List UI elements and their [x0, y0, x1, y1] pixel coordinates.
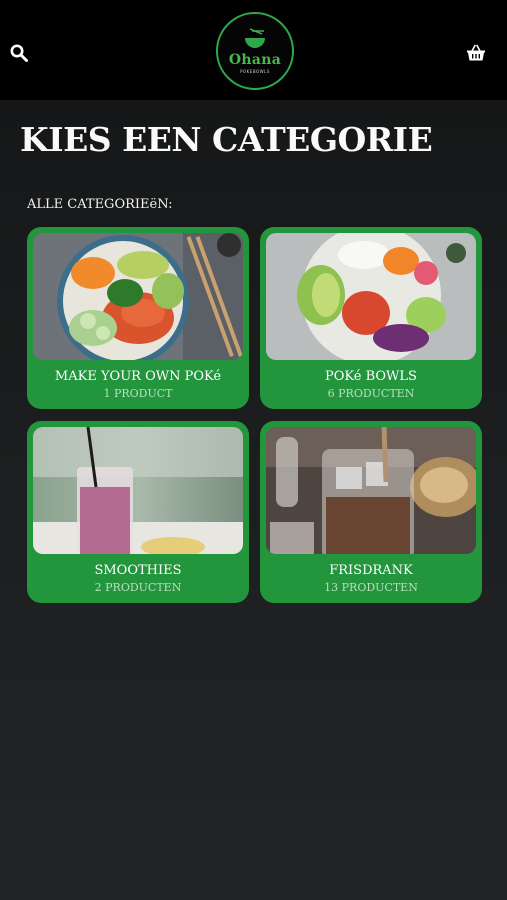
top-bar: Ohana POKEBOWLS [0, 0, 507, 100]
bowl-icon [245, 28, 265, 48]
category-card-smoothies[interactable]: SMOOTHIES 2 PRODUCTEN [27, 421, 249, 603]
category-count: 13 PRODUCTEN [324, 581, 418, 594]
category-name: POKé BOWLS [325, 369, 417, 384]
category-count: 2 PRODUCTEN [94, 581, 182, 594]
basket-icon [467, 44, 485, 61]
category-image-frisdrank [266, 427, 476, 554]
search-button[interactable] [8, 42, 30, 64]
category-count: 6 PRODUCTEN [327, 387, 415, 400]
logo[interactable]: Ohana POKEBOWLS [216, 12, 294, 90]
search-icon [10, 44, 28, 62]
category-card-poke-bowls[interactable]: POKé BOWLS 6 PRODUCTEN [260, 227, 482, 409]
section-label: ALLE CATEGORIEëN: [27, 197, 173, 212]
category-name: SMOOTHIES [94, 563, 182, 578]
category-count: 1 PRODUCT [103, 387, 173, 400]
category-card-make-your-own[interactable]: MAKE YOUR OWN POKé 1 PRODUCT [27, 227, 249, 409]
category-image-make-your-own [33, 233, 243, 360]
category-image-smoothies [33, 427, 243, 554]
category-image-poke-bowls [266, 233, 476, 360]
page-title: KIES EEN CATEGORIE [20, 120, 433, 159]
logo-subtitle: POKEBOWLS [240, 69, 270, 74]
cart-button[interactable] [464, 42, 488, 64]
category-name: FRISDRANK [329, 563, 413, 578]
category-name: MAKE YOUR OWN POKé [54, 369, 222, 384]
category-card-frisdrank[interactable]: FRISDRANK 13 PRODUCTEN [260, 421, 482, 603]
logo-name: Ohana [228, 52, 282, 68]
